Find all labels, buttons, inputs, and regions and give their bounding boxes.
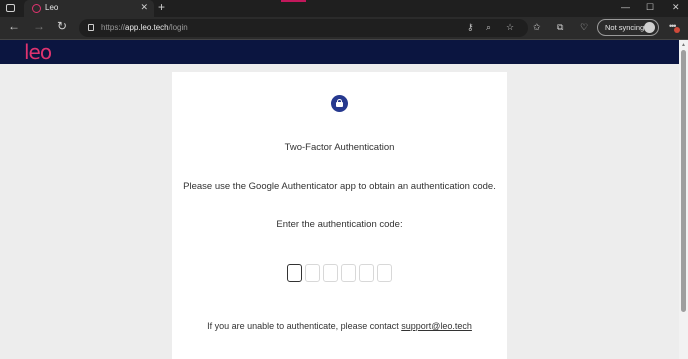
- favorites-icon[interactable]: ✩: [533, 22, 541, 33]
- browser-titlebar: Leo ✕ + — ☐ ✕: [0, 0, 688, 17]
- code-digit-1[interactable]: [287, 264, 302, 282]
- leo-favicon-icon: [32, 4, 41, 13]
- profile-sync-button[interactable]: Not syncing: [597, 19, 659, 36]
- leo-logo[interactable]: leo: [24, 40, 52, 64]
- scroll-up-icon[interactable]: ▲: [681, 42, 686, 48]
- performance-icon[interactable]: ♡: [580, 22, 588, 33]
- help-message: If you are unable to authenticate, pleas…: [207, 321, 402, 331]
- url-text[interactable]: https://app.leo.tech/login: [101, 23, 188, 32]
- code-digit-3[interactable]: [323, 264, 338, 282]
- maximize-button[interactable]: ☐: [646, 2, 654, 13]
- minimize-button[interactable]: —: [621, 2, 630, 12]
- key-icon[interactable]: ⚷: [467, 22, 474, 33]
- code-digit-2[interactable]: [305, 264, 320, 282]
- scrollbar-thumb[interactable]: [681, 50, 686, 312]
- code-digit-4[interactable]: [341, 264, 356, 282]
- page-scrollbar[interactable]: ▲: [679, 40, 688, 359]
- avatar: [644, 22, 655, 33]
- notification-badge: [674, 27, 680, 33]
- new-tab-button[interactable]: +: [158, 0, 165, 14]
- app-header: leo: [0, 40, 679, 64]
- tab-actions-icon[interactable]: [6, 4, 15, 12]
- zoom-icon[interactable]: ⌕: [486, 22, 491, 33]
- favorite-add-icon[interactable]: ☆: [506, 22, 514, 33]
- auth-title: Two-Factor Authentication: [284, 142, 395, 153]
- code-digit-5[interactable]: [359, 264, 374, 282]
- browser-toolbar: ← → ↻ https://app.leo.tech/login ⚷ ⌕ ☆ ✩…: [0, 17, 688, 39]
- window-accent: [281, 0, 306, 2]
- site-lock-icon[interactable]: [88, 24, 94, 31]
- tab-close-icon[interactable]: ✕: [140, 2, 148, 13]
- back-icon[interactable]: ←: [8, 19, 20, 33]
- code-digit-6[interactable]: [377, 264, 392, 282]
- address-bar[interactable]: https://app.leo.tech/login ⚷ ⌕ ☆: [79, 19, 528, 37]
- browser-tab[interactable]: Leo ✕: [24, 0, 154, 17]
- collections-icon[interactable]: ⧉: [557, 22, 563, 33]
- lock-icon: [331, 95, 348, 112]
- refresh-icon[interactable]: ↻: [57, 19, 67, 33]
- forward-icon[interactable]: →: [33, 19, 45, 33]
- code-prompt: Enter the authentication code:: [276, 219, 403, 230]
- support-email-link[interactable]: support@leo.tech: [401, 321, 472, 331]
- tab-title: Leo: [45, 3, 59, 12]
- auth-card: [172, 72, 507, 359]
- help-text: If you are unable to authenticate, pleas…: [172, 321, 507, 331]
- auth-instructions: Please use the Google Authenticator app …: [183, 181, 496, 192]
- close-window-button[interactable]: ✕: [672, 2, 680, 13]
- sync-label: Not syncing: [605, 23, 645, 32]
